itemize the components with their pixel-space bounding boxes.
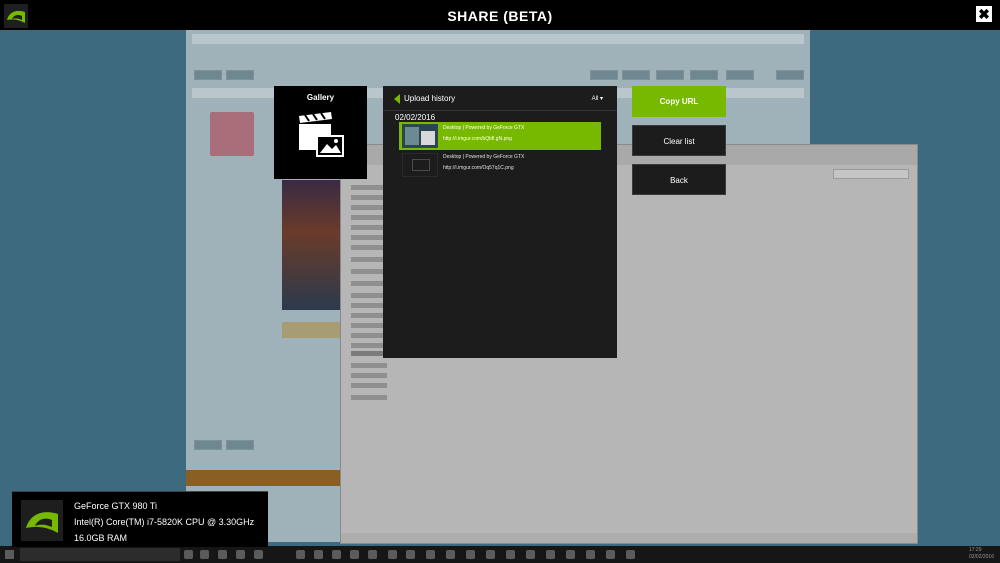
cpu-name: Intel(R) Core(TM) i7-5820K CPU @ 3.30GHz	[74, 517, 255, 527]
gallery-tile[interactable]: Gallery	[274, 86, 367, 179]
taskbar-app-icon[interactable]	[368, 550, 377, 559]
system-info-panel: GeForce GTX 980 Ti Intel(R) Core(TM) i7-…	[12, 491, 268, 547]
forum-button	[776, 70, 804, 80]
taskbar-app-icon[interactable]	[586, 550, 595, 559]
taskbar-app-icon[interactable]	[486, 550, 495, 559]
upload-history-panel: Upload history All ▾ 02/02/2016 Desktop …	[383, 86, 617, 358]
page-title: SHARE (BETA)	[447, 8, 553, 24]
taskbar-app-icon[interactable]	[184, 550, 193, 559]
taskbar-app-icon[interactable]	[606, 550, 615, 559]
filter-dropdown[interactable]: All ▾	[592, 95, 603, 102]
explorer-nav-item	[351, 363, 387, 368]
copy-url-button[interactable]: Copy URL	[632, 86, 726, 117]
clear-list-button[interactable]: Clear list	[632, 125, 726, 156]
explorer-nav-item	[351, 323, 387, 328]
taskbar-app-icon[interactable]	[254, 550, 263, 559]
explorer-nav-item	[351, 269, 387, 274]
history-item-title: Desktop | Powered by GeForce GTX	[443, 154, 525, 160]
history-item[interactable]: Desktop | Powered by GeForce GTX http://…	[399, 122, 601, 150]
explorer-nav-item	[351, 257, 387, 262]
taskbar-app-icon[interactable]	[236, 550, 245, 559]
history-item-url: http://i.imgur.com/bQbfl.gN.png	[443, 136, 512, 142]
taskbar-app-icon[interactable]	[446, 550, 455, 559]
explorer-nav-item	[351, 373, 387, 378]
taskbar-date: 02/02/2016	[968, 554, 994, 560]
explorer-nav-item	[351, 343, 387, 348]
history-date: 02/02/2016	[395, 113, 436, 122]
upload-history-header: Upload history All ▾	[383, 86, 617, 111]
forum-button	[590, 70, 618, 80]
explorer-search-box	[833, 169, 909, 179]
forum-signature-image	[282, 180, 340, 310]
forum-button	[226, 70, 254, 80]
history-item-title: Desktop | Powered by GeForce GTX	[443, 125, 525, 131]
explorer-nav-item	[351, 195, 387, 200]
taskbar-app-icon[interactable]	[546, 550, 555, 559]
gpu-name: GeForce GTX 980 Ti	[74, 501, 158, 511]
taskbar-app-icon[interactable]	[526, 550, 535, 559]
forum-button	[726, 70, 754, 80]
explorer-status-bar	[341, 533, 917, 543]
explorer-nav-item	[351, 333, 387, 338]
gallery-clapper-icon	[299, 112, 344, 157]
windows-start-icon[interactable]	[5, 550, 14, 559]
taskbar-app-icon[interactable]	[218, 550, 227, 559]
forum-button	[656, 70, 684, 80]
taskbar-app-icon[interactable]	[314, 550, 323, 559]
explorer-nav-item	[351, 281, 387, 286]
close-button[interactable]: ✖	[976, 6, 992, 22]
history-item[interactable]: Desktop | Powered by GeForce GTX http://…	[399, 151, 601, 179]
explorer-nav-item	[351, 303, 387, 308]
back-button[interactable]: Back	[632, 164, 726, 195]
forum-button	[690, 70, 718, 80]
taskbar-app-icon[interactable]	[296, 550, 305, 559]
history-item-url: http://i.imgur.com/Oq57q1C.png	[443, 165, 514, 171]
back-arrow-icon[interactable]	[394, 94, 400, 104]
explorer-nav-item	[351, 205, 387, 210]
forum-button	[194, 70, 222, 80]
taskbar-clock[interactable]: 17:29 02/02/2016	[969, 547, 994, 561]
nvidia-logo-icon	[21, 500, 63, 541]
taskbar: 17:29 02/02/2016	[0, 546, 1000, 563]
taskbar-app-icon[interactable]	[200, 550, 209, 559]
taskbar-app-icon[interactable]	[406, 550, 415, 559]
taskbar-time: 17:29	[968, 547, 982, 553]
forum-button	[194, 440, 222, 450]
explorer-nav-item	[351, 215, 387, 220]
taskbar-app-icon[interactable]	[426, 550, 435, 559]
forum-button	[622, 70, 650, 80]
forum-row	[192, 34, 804, 44]
explorer-nav-item	[351, 383, 387, 388]
explorer-nav-item	[351, 293, 387, 298]
taskbar-app-icon[interactable]	[350, 550, 359, 559]
explorer-nav-item	[351, 313, 387, 318]
explorer-nav-item	[351, 225, 387, 230]
forum-avatar	[210, 112, 254, 156]
upload-history-title: Upload history	[404, 94, 456, 103]
taskbar-app-icon[interactable]	[332, 550, 341, 559]
ram-amount: 16.0GB RAM	[74, 533, 128, 543]
explorer-nav-item	[351, 185, 387, 190]
taskbar-app-icon[interactable]	[466, 550, 475, 559]
share-top-bar: SHARE (BETA) ✖	[0, 0, 1000, 30]
chevron-down-icon: ▾	[599, 96, 603, 102]
explorer-nav-item	[351, 245, 387, 250]
taskbar-search-box[interactable]	[20, 548, 180, 561]
explorer-nav-item	[351, 395, 387, 400]
taskbar-app-icon[interactable]	[388, 550, 397, 559]
image-placeholder-icon	[402, 153, 438, 177]
explorer-nav-item	[351, 235, 387, 240]
filter-value: All	[591, 96, 599, 102]
screenshot-thumbnail	[402, 124, 438, 148]
taskbar-app-icon[interactable]	[626, 550, 635, 559]
taskbar-app-icon[interactable]	[566, 550, 575, 559]
gallery-label: Gallery	[306, 93, 335, 102]
explorer-nav-item	[351, 351, 387, 356]
taskbar-app-icon[interactable]	[506, 550, 515, 559]
forum-button	[226, 440, 254, 450]
